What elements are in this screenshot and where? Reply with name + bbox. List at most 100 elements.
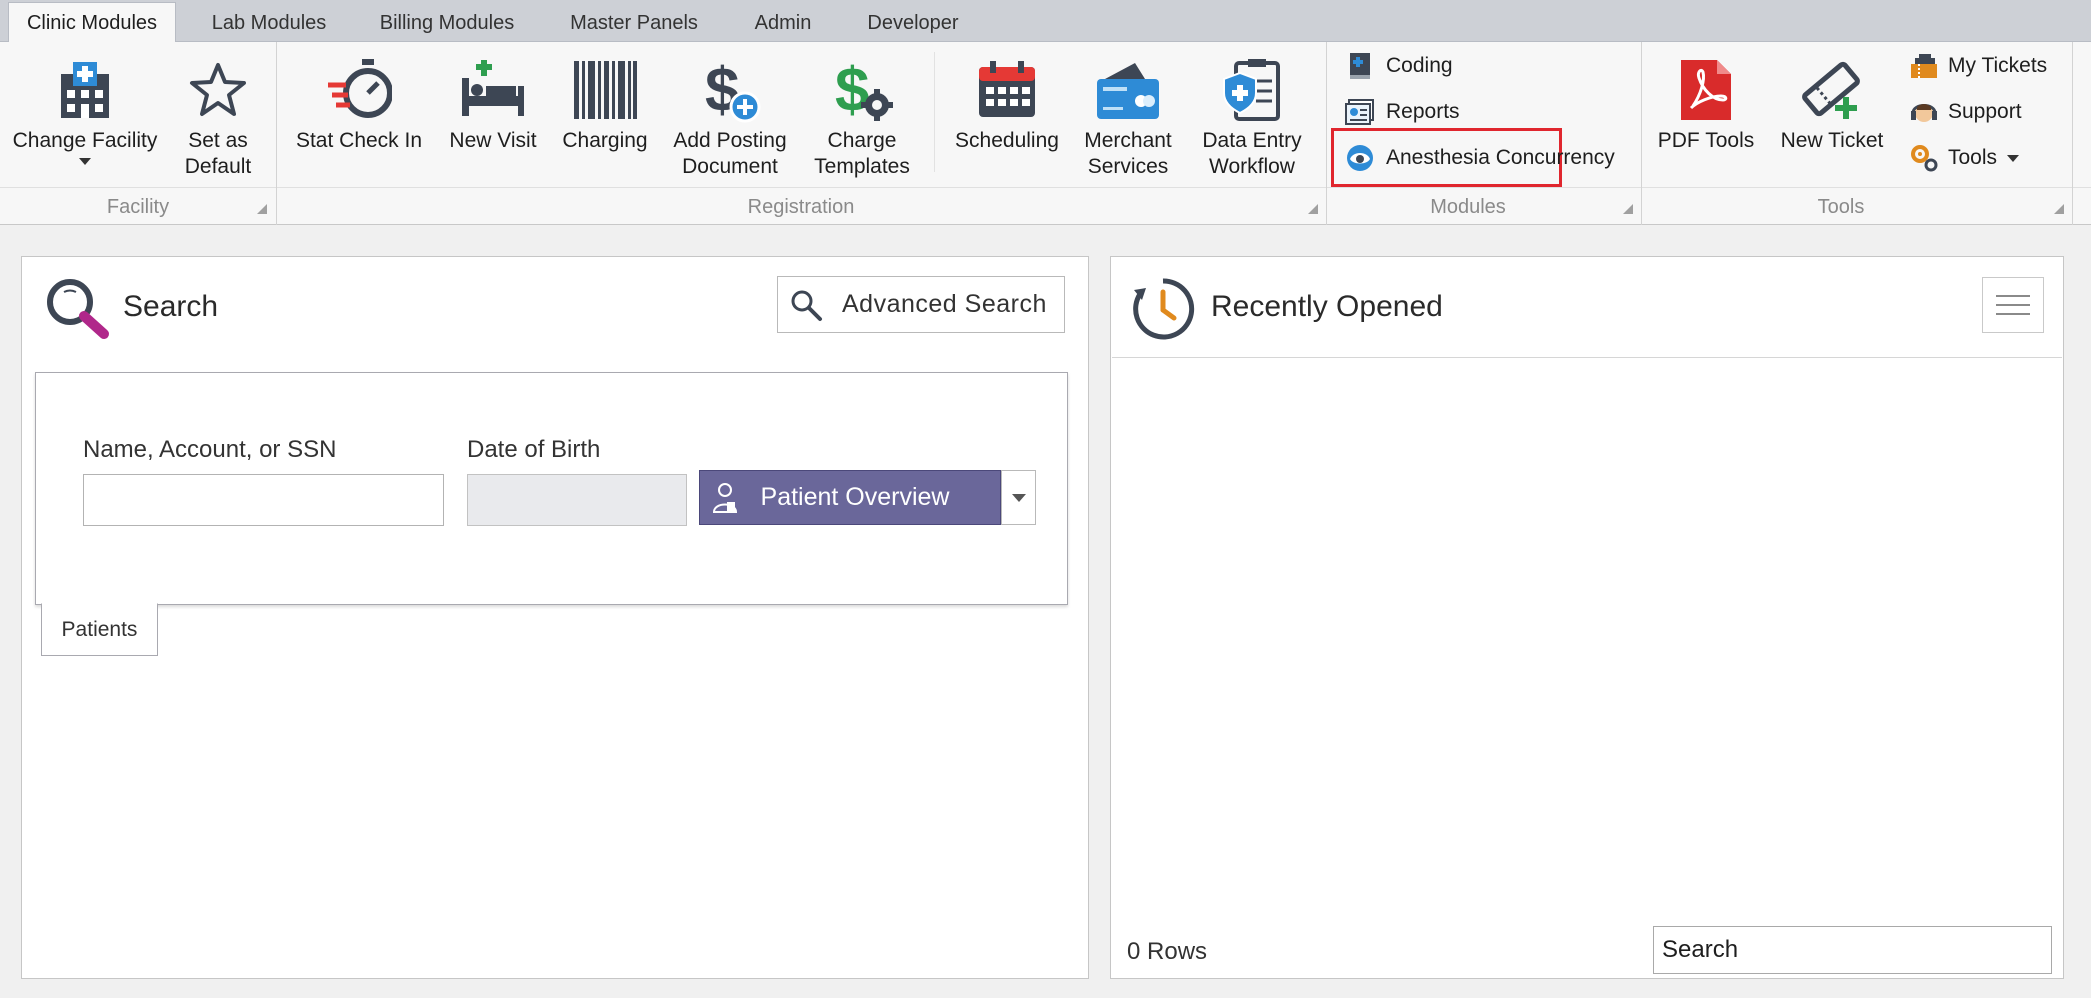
tab-developer[interactable]: Developer bbox=[848, 4, 978, 42]
hospital-icon bbox=[49, 54, 121, 126]
stat-check-in-label: Stat Check In bbox=[295, 129, 423, 152]
tools-menu-button[interactable]: Tools bbox=[1908, 138, 2020, 178]
tickets-icon bbox=[1908, 50, 1940, 82]
new-ticket-label: New Ticket bbox=[1780, 129, 1884, 152]
charging-label: Charging bbox=[562, 129, 648, 152]
report-icon bbox=[1344, 96, 1376, 128]
my-tickets-button[interactable]: My Tickets bbox=[1908, 46, 2047, 86]
credit-card-icon bbox=[1092, 54, 1164, 126]
calendar-icon bbox=[971, 54, 1043, 126]
patient-icon bbox=[710, 481, 740, 515]
patient-overview-dropdown-button[interactable] bbox=[1001, 470, 1036, 525]
change-facility-label: Change Facility bbox=[12, 129, 158, 152]
book-icon bbox=[1344, 50, 1376, 82]
stopwatch-icon bbox=[323, 54, 395, 126]
anesthesia-concurrency-button[interactable]: Anesthesia Concurrency bbox=[1344, 138, 1615, 178]
search-magnifier-icon bbox=[42, 274, 112, 344]
tools-menu-label: Tools bbox=[1948, 146, 1998, 169]
ribbon-tab-strip: Clinic Modules Lab Modules Billing Modul… bbox=[0, 0, 2091, 43]
ticket-add-icon bbox=[1796, 54, 1868, 126]
search-panel-title: Search bbox=[123, 290, 219, 323]
tab-lab-modules[interactable]: Lab Modules bbox=[190, 4, 348, 42]
recent-search-input[interactable] bbox=[1653, 926, 2052, 974]
new-visit-label: New Visit bbox=[449, 129, 537, 152]
hamburger-line bbox=[1996, 313, 2030, 315]
recently-opened-title: Recently Opened bbox=[1211, 290, 1443, 323]
advanced-search-label: Advanced Search bbox=[842, 290, 1047, 318]
dialog-launcher-icon[interactable] bbox=[1308, 204, 1318, 214]
anesthesia-mask-icon bbox=[1344, 142, 1376, 174]
date-of-birth-label: Date of Birth bbox=[467, 436, 601, 463]
data-entry-workflow-label: Data Entry Workflow bbox=[1202, 129, 1302, 178]
dialog-launcher-icon[interactable] bbox=[1623, 204, 1633, 214]
group-label-facility: Facility bbox=[106, 195, 170, 218]
data-entry-workflow-button[interactable]: Data Entry Workflow bbox=[1186, 42, 1318, 185]
my-tickets-label: My Tickets bbox=[1948, 54, 2048, 77]
coding-button[interactable]: Coding bbox=[1344, 46, 1453, 86]
barcode-icon bbox=[569, 54, 641, 126]
gears-icon bbox=[1908, 142, 1940, 174]
pdf-tools-button[interactable]: PDF Tools bbox=[1652, 42, 1760, 185]
merchant-services-button[interactable]: Merchant Services bbox=[1076, 42, 1180, 185]
charging-button[interactable]: Charging bbox=[556, 42, 654, 185]
magnifier-icon bbox=[788, 287, 824, 323]
group-label-registration: Registration bbox=[747, 195, 855, 218]
svg-text:$: $ bbox=[835, 57, 869, 123]
charge-templates-label: Charge Templates bbox=[814, 129, 910, 178]
star-icon bbox=[182, 54, 254, 126]
new-visit-button[interactable]: New Visit bbox=[438, 42, 548, 185]
anesthesia-concurrency-label: Anesthesia Concurrency bbox=[1386, 146, 1615, 169]
chevron-down-icon bbox=[2007, 154, 2020, 162]
dialog-launcher-icon[interactable] bbox=[2054, 204, 2064, 214]
inner-separator bbox=[934, 52, 935, 172]
reports-button[interactable]: Reports bbox=[1344, 92, 1460, 132]
clipboard-shield-icon bbox=[1216, 54, 1288, 126]
chevron-down-icon bbox=[79, 158, 91, 165]
tab-clinic-modules[interactable]: Clinic Modules bbox=[8, 2, 176, 43]
scheduling-button[interactable]: Scheduling bbox=[946, 42, 1068, 185]
tab-master-panels[interactable]: Master Panels bbox=[552, 4, 716, 42]
set-as-default-button[interactable]: Set as Default bbox=[172, 42, 264, 185]
group-label-tools: Tools bbox=[1817, 195, 1865, 218]
name-account-ssn-input[interactable] bbox=[83, 474, 444, 526]
reports-label: Reports bbox=[1386, 100, 1460, 123]
dollar-add-icon: $ bbox=[694, 54, 766, 126]
dialog-launcher-icon[interactable] bbox=[257, 204, 267, 214]
hamburger-line bbox=[1996, 304, 2030, 306]
coding-label: Coding bbox=[1386, 54, 1453, 77]
ribbon: Change Facility Set as Default Facility … bbox=[0, 42, 2091, 225]
recently-opened-panel bbox=[1110, 256, 2064, 979]
advanced-search-button[interactable]: Advanced Search bbox=[777, 276, 1065, 333]
dollar-gear-icon: $ bbox=[826, 54, 898, 126]
change-facility-button[interactable]: Change Facility bbox=[6, 42, 164, 185]
panel-header-divider bbox=[1112, 357, 2062, 358]
stat-check-in-button[interactable]: Stat Check In bbox=[288, 42, 430, 185]
new-ticket-button[interactable]: New Ticket bbox=[1770, 42, 1894, 185]
date-of-birth-input[interactable] bbox=[467, 474, 687, 526]
rows-count: 0 Rows bbox=[1127, 938, 1208, 965]
add-posting-document-label: Add Posting Document bbox=[673, 129, 787, 178]
patient-overview-label: Patient Overview bbox=[760, 483, 950, 511]
support-headset-icon bbox=[1908, 96, 1940, 128]
hospital-bed-icon bbox=[457, 54, 529, 126]
search-panel bbox=[21, 256, 1089, 979]
tab-patients[interactable]: Patients bbox=[41, 603, 158, 656]
support-label: Support bbox=[1948, 100, 2022, 123]
menu-hamburger-button[interactable] bbox=[1982, 277, 2044, 333]
charge-templates-button[interactable]: $ Charge Templates bbox=[800, 42, 924, 185]
chevron-down-icon bbox=[1011, 493, 1026, 502]
name-account-ssn-label: Name, Account, or SSN bbox=[83, 436, 337, 463]
tab-admin[interactable]: Admin bbox=[738, 4, 828, 42]
group-separator bbox=[2072, 42, 2073, 225]
merchant-services-label: Merchant Services bbox=[1084, 129, 1172, 178]
ribbon-caption-divider bbox=[0, 187, 2091, 188]
patient-overview-button[interactable]: Patient Overview bbox=[699, 470, 1001, 525]
pdf-icon bbox=[1670, 54, 1742, 126]
tab-billing-modules[interactable]: Billing Modules bbox=[362, 4, 532, 42]
group-label-modules: Modules bbox=[1430, 195, 1506, 218]
scheduling-label: Scheduling bbox=[955, 129, 1059, 152]
support-button[interactable]: Support bbox=[1908, 92, 2022, 132]
add-posting-document-button[interactable]: $ Add Posting Document bbox=[664, 42, 796, 185]
hamburger-line bbox=[1996, 295, 2030, 297]
set-as-default-label: Set as Default bbox=[184, 129, 252, 178]
